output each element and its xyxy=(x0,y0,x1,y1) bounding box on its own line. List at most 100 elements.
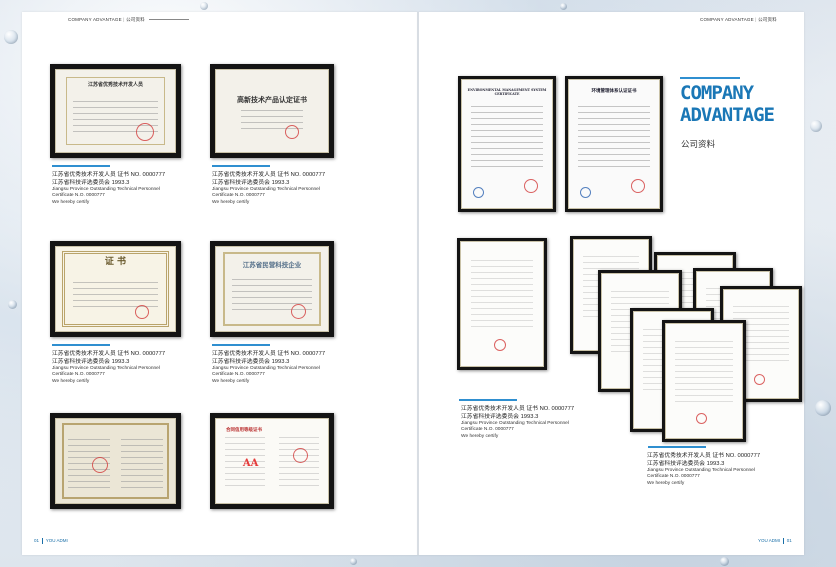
red-seal xyxy=(523,178,538,193)
caption-accent-bar xyxy=(52,344,110,346)
left-page-header: COMPANY ADVANTAGE | 公司资料 xyxy=(68,17,192,23)
red-seal xyxy=(290,304,306,320)
caption-certify-note: We hereby certify xyxy=(647,480,685,486)
caption-certify-note: We hereby certify xyxy=(52,199,90,205)
water-droplet xyxy=(810,120,822,132)
caption-accent-bar xyxy=(212,165,270,167)
caption-accent-bar xyxy=(212,344,270,346)
certificate-text-lines xyxy=(72,278,159,310)
certificate-text-lines xyxy=(121,435,164,488)
header-brand: COMPANY ADVANTAGE xyxy=(68,17,122,22)
caption: 江苏省优秀技术开发人员 证书 NO. 0000777 江苏省科技评选委员会 19… xyxy=(52,171,202,206)
red-seal xyxy=(630,178,645,193)
certificate-title: ENVIRONMENTAL MANAGEMENT SYSTEM CERTIFIC… xyxy=(467,87,547,96)
certificate-title: 证 书 xyxy=(104,256,127,267)
book-spine xyxy=(417,12,419,555)
water-droplet xyxy=(200,2,208,10)
certificate-text-lines xyxy=(470,256,534,329)
water-droplet xyxy=(350,558,357,565)
caption: 江苏省优秀技术开发人员 证书 NO. 0000777 江苏省科技评选委员会 19… xyxy=(461,405,621,440)
water-droplet xyxy=(815,400,831,416)
water-droplet xyxy=(720,557,729,566)
caption-issuer: 江苏省科技评选委员会 1993.3 xyxy=(212,359,290,365)
certificate-title: 高新技术产品认定证书 xyxy=(237,94,307,104)
certificate-title: 合同信用等级证书 xyxy=(226,428,262,434)
certificate: 江苏省民营科技企业 xyxy=(215,246,329,332)
red-seal xyxy=(493,339,506,352)
red-seal xyxy=(284,124,299,139)
left-page-footer: 01 YOU ADMI xyxy=(34,538,68,544)
water-droplet xyxy=(8,300,17,309)
caption-title: 江苏省优秀技术开发人员 证书 NO. 0000777 xyxy=(461,406,575,412)
caption-accent-bar xyxy=(52,165,110,167)
caption-accent-bar xyxy=(459,399,517,401)
certificate-frame: 江苏省优秀技术开发人员 xyxy=(50,64,181,158)
caption-certify-note: We hereby certify xyxy=(52,378,90,384)
certificate: 合同信用等级证书 AA xyxy=(215,418,329,504)
header-rule xyxy=(149,19,190,21)
certificate-frame: 江苏省民营科技企业 xyxy=(210,241,334,337)
certificate-frame: 环境管理体系认证证书 xyxy=(565,76,663,212)
caption-issuer: 江苏省科技评选委员会 1993.3 xyxy=(52,359,130,365)
certificate-text-lines xyxy=(471,103,543,173)
certificate-frame: 证 书 xyxy=(50,241,181,337)
caption-certify-note: We hereby certify xyxy=(461,433,499,439)
certificate-title: 环境管理体系认证证书 xyxy=(591,88,637,94)
certificate: ENVIRONMENTAL MANAGEMENT SYSTEM CERTIFIC… xyxy=(461,79,553,209)
title-line-1: COMPANY xyxy=(680,82,754,104)
caption-issuer: 江苏省科技评选委员会 1993.3 xyxy=(461,414,539,420)
water-droplet xyxy=(4,30,18,44)
certificate: 环境管理体系认证证书 xyxy=(568,79,660,209)
certificate-title: 江苏省民营科技企业 xyxy=(242,260,302,269)
patent-certificate-frame xyxy=(457,238,547,370)
footer-brand: YOU ADMI xyxy=(45,538,68,544)
page-title: COMPANY ADVANTAGE xyxy=(680,82,775,126)
certificate-title: 江苏省优秀技术开发人员 xyxy=(87,82,143,89)
certificate-frame: ENVIRONMENTAL MANAGEMENT SYSTEM CERTIFIC… xyxy=(458,76,556,212)
patent-certificate-frame xyxy=(662,320,746,442)
caption-certify-note: We hereby certify xyxy=(212,378,250,384)
patent-certificate xyxy=(665,323,743,439)
caption-accent-bar xyxy=(648,446,706,448)
caption: 江苏省优秀技术开发人员 证书 NO. 0000777 江苏省科技评选委员会 19… xyxy=(212,350,362,385)
water-droplet xyxy=(560,3,567,10)
right-page-footer: YOU ADMI 01 xyxy=(758,538,792,544)
certification-logo xyxy=(472,186,484,198)
header-section: 公司资料 xyxy=(758,17,777,22)
caption-title: 江苏省优秀技术开发人员 证书 NO. 0000777 xyxy=(52,172,166,178)
title-line-2: ADVANTAGE xyxy=(680,104,775,126)
certificate-frame: 合同信用等级证书 AA xyxy=(210,413,334,509)
red-seal xyxy=(135,122,154,141)
certificate-frame: 高新技术产品认定证书 xyxy=(210,64,334,158)
caption-title: 江苏省优秀技术开发人员 证书 NO. 0000777 xyxy=(212,351,326,357)
credit-grade: AA xyxy=(242,457,259,469)
certificate-frame xyxy=(50,413,181,509)
certificate: 高新技术产品认定证书 xyxy=(215,69,329,153)
certificate-text-lines xyxy=(578,103,650,173)
page-number: 01 xyxy=(786,538,792,544)
certificate xyxy=(55,418,176,504)
patent-certificate xyxy=(460,241,544,367)
right-page-header: COMPANY ADVANTAGE | 公司资料 xyxy=(700,17,777,22)
header-brand: COMPANY ADVANTAGE xyxy=(700,17,754,22)
caption-issuer: 江苏省科技评选委员会 1993.3 xyxy=(212,180,290,186)
caption: 江苏省优秀技术开发人员 证书 NO. 0000777 江苏省科技评选委员会 19… xyxy=(212,171,362,206)
caption-certify-note: We hereby certify xyxy=(212,199,250,205)
footer-brand: YOU ADMI xyxy=(758,538,781,544)
caption-title: 江苏省优秀技术开发人员 证书 NO. 0000777 xyxy=(212,172,326,178)
certificate: 证 书 xyxy=(55,246,176,332)
red-seal xyxy=(696,413,708,425)
certificate: 江苏省优秀技术开发人员 xyxy=(55,69,176,153)
title-rule xyxy=(680,77,740,79)
certificate-text-lines xyxy=(675,337,733,404)
caption-issuer: 江苏省科技评选委员会 1993.3 xyxy=(647,461,725,467)
caption-title: 江苏省优秀技术开发人员 证书 NO. 0000777 xyxy=(52,351,166,357)
page-number: 01 xyxy=(34,538,40,544)
red-seal xyxy=(134,305,149,320)
certification-logo xyxy=(579,186,591,198)
caption: 江苏省优秀技术开发人员 证书 NO. 0000777 江苏省科技评选委员会 19… xyxy=(52,350,202,385)
red-seal xyxy=(91,456,108,473)
red-seal xyxy=(753,374,765,386)
caption-title: 江苏省优秀技术开发人员 证书 NO. 0000777 xyxy=(647,453,761,459)
caption-issuer: 江苏省科技评选委员会 1993.3 xyxy=(52,180,130,186)
